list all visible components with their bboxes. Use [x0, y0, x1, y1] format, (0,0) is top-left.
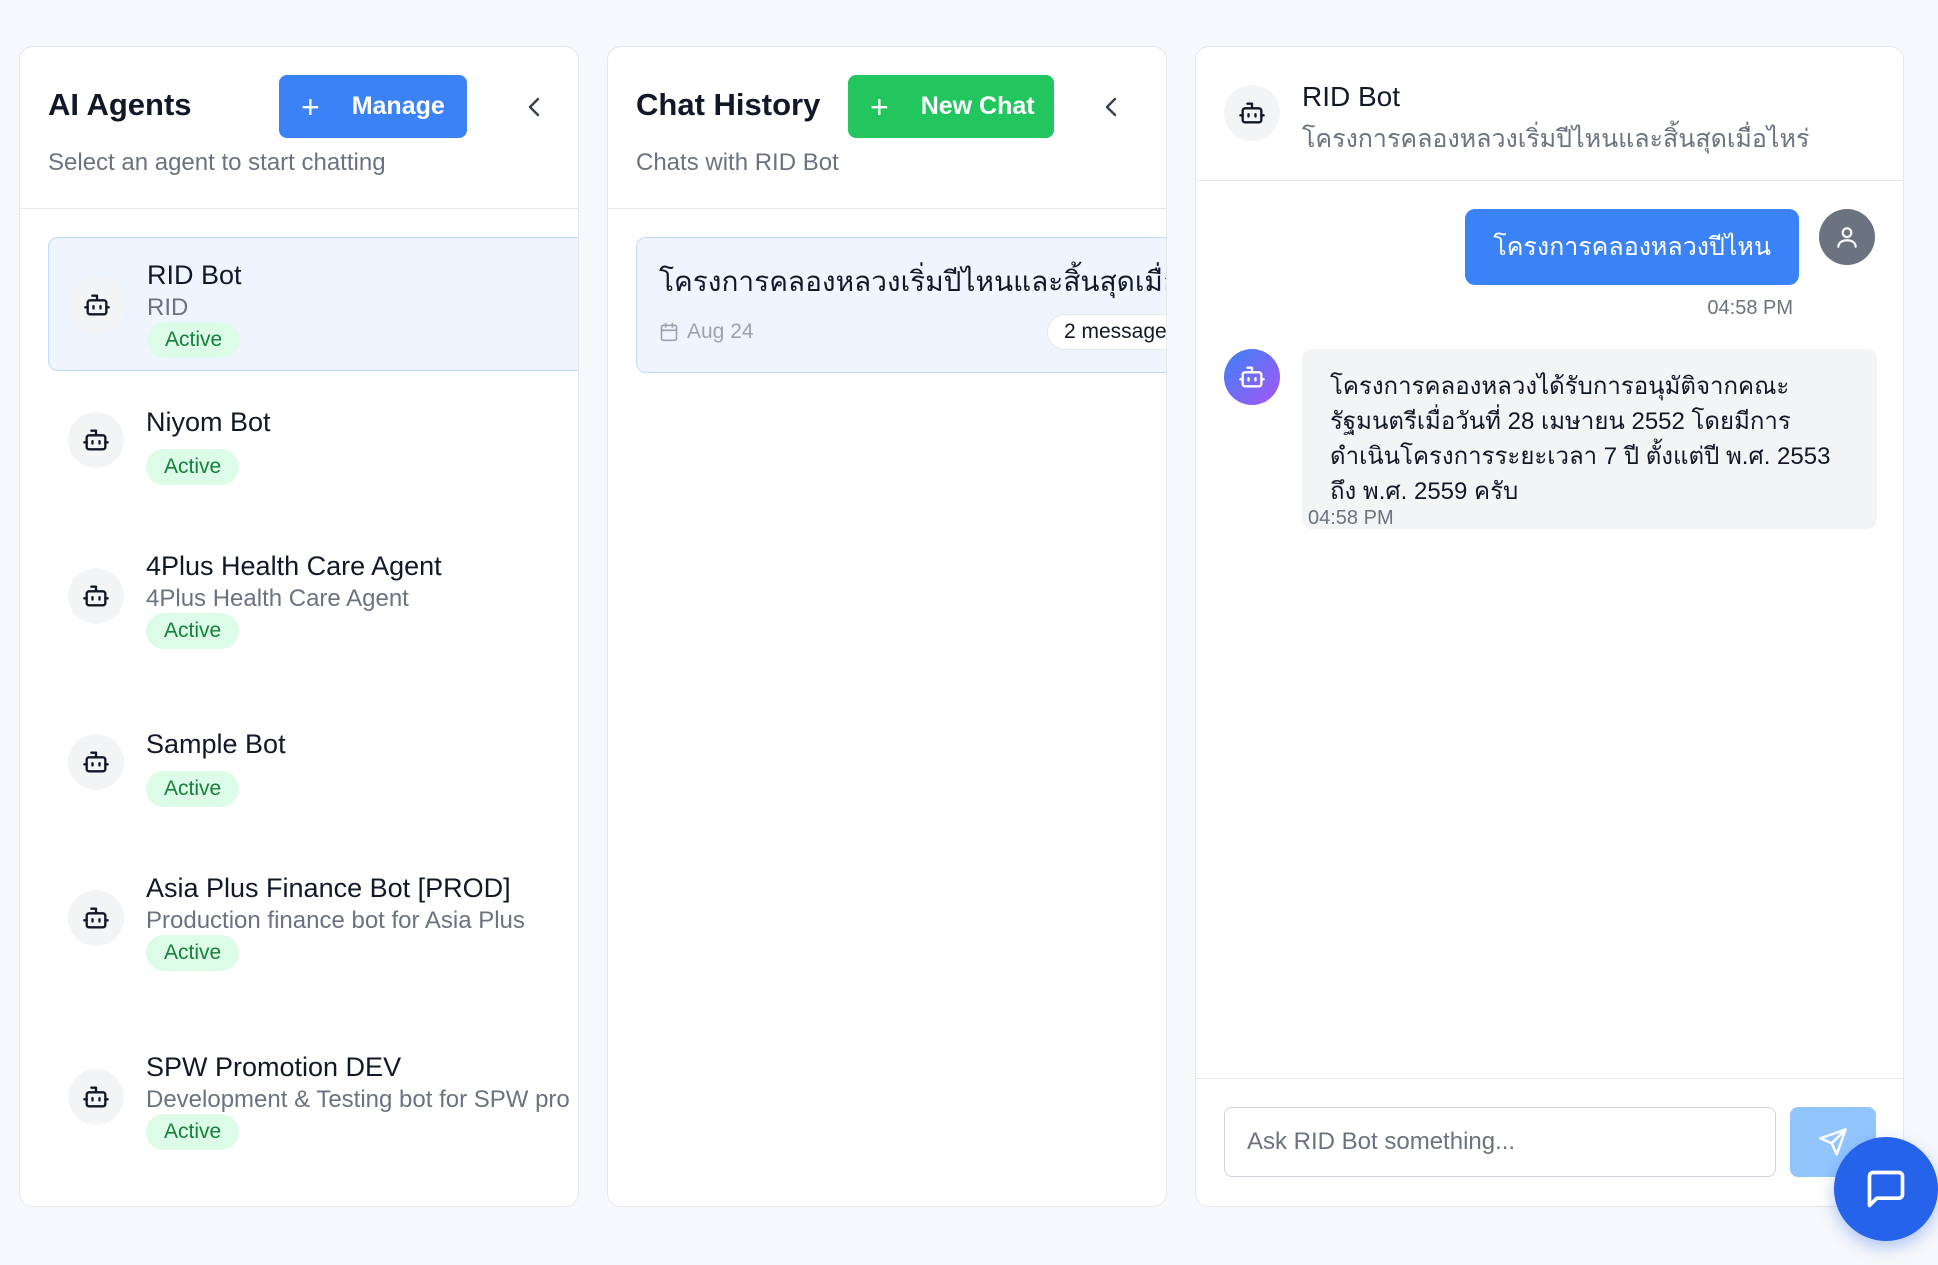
- bot-icon: [84, 294, 110, 316]
- agent-item-asia-plus-finance-bot[interactable]: Asia Plus Finance Bot [PROD] Production …: [48, 851, 578, 985]
- history-panel: Chat History + New Chat Chats with RID B…: [607, 46, 1167, 1207]
- agent-item-4plus-health-care-agent[interactable]: 4Plus Health Care Agent 4Plus Health Car…: [48, 529, 578, 663]
- user-message-bubble: โครงการคลองหลวงปีไหน: [1465, 209, 1799, 285]
- bot-message-bubble: โครงการคลองหลวงได้รับการอนุมัติจากคณะรัฐ…: [1302, 349, 1877, 529]
- chat-bot-name: RID Bot: [1302, 81, 1401, 112]
- agent-avatar: [68, 568, 124, 624]
- bot-icon: [83, 751, 109, 773]
- bot-icon: [83, 907, 109, 929]
- agent-item-sample-bot[interactable]: Sample Bot Active: [48, 707, 578, 817]
- plus-icon: +: [301, 88, 320, 125]
- calendar-icon: [660, 322, 678, 342]
- agent-description: Production finance bot for Asia Plus: [146, 907, 525, 934]
- agents-panel: AI Agents + Manage Select an agent to st…: [19, 46, 579, 1207]
- bot-icon: [1239, 366, 1265, 388]
- agents-panel-title: AI Agents: [48, 87, 192, 122]
- manage-button[interactable]: + Manage: [279, 75, 467, 138]
- send-icon: [1819, 1128, 1847, 1156]
- agent-avatar: [68, 412, 124, 468]
- chat-footer: [1196, 1078, 1903, 1206]
- agent-avatar: [68, 734, 124, 790]
- chat-widget-button[interactable]: [1834, 1137, 1938, 1241]
- status-badge: Active: [146, 771, 240, 807]
- agent-avatar: [69, 277, 125, 333]
- history-item-date-text: Aug 24: [687, 320, 754, 343]
- chevron-left-icon: [1105, 97, 1117, 117]
- agents-panel-header: AI Agents + Manage Select an agent to st…: [20, 47, 578, 209]
- agent-name: RID Bot: [147, 260, 242, 290]
- bot-icon: [83, 585, 109, 607]
- agent-name: Niyom Bot: [146, 407, 271, 437]
- agent-name: Sample Bot: [146, 729, 286, 759]
- history-item[interactable]: โครงการคลองหลวงเริ่มปีไหนและสิ้นสุดเมื่อ…: [636, 237, 1167, 373]
- agents-panel-subtitle: Select an agent to start chatting: [48, 149, 386, 176]
- new-chat-button-label: New Chat: [920, 92, 1035, 120]
- status-badge: Active: [146, 935, 240, 971]
- collapse-history-button[interactable]: [1093, 89, 1129, 125]
- collapse-agents-button[interactable]: [516, 89, 552, 125]
- agent-name: Asia Plus Finance Bot [PROD]: [146, 873, 511, 903]
- user-message-time: 04:58 PM: [1707, 297, 1793, 319]
- new-chat-button[interactable]: + New Chat: [848, 75, 1054, 138]
- chevron-left-icon: [528, 97, 540, 117]
- agent-description: 4Plus Health Care Agent: [146, 585, 409, 612]
- manage-button-label: Manage: [351, 92, 445, 120]
- agent-item-rid-bot[interactable]: RID Bot RID Active: [48, 237, 578, 371]
- chat-bot-avatar: [1224, 85, 1280, 141]
- chat-input[interactable]: [1224, 1107, 1776, 1177]
- history-panel-header: Chat History + New Chat Chats with RID B…: [608, 47, 1166, 209]
- agent-item-niyom-bot[interactable]: Niyom Bot Active: [48, 385, 578, 495]
- agent-item-spw-promotion-dev[interactable]: SPW Promotion DEV Development & Testing …: [48, 1030, 578, 1164]
- chat-bubble-icon: [1867, 1170, 1905, 1208]
- chat-conversation-title: โครงการคลองหลวงเริ่มปีไหนและสิ้นสุดเมื่อ…: [1302, 125, 1810, 153]
- agent-name: SPW Promotion DEV: [146, 1052, 402, 1082]
- agent-description: Development & Testing bot for SPW pro: [146, 1086, 570, 1113]
- history-panel-title: Chat History: [636, 87, 821, 122]
- bot-icon: [83, 1086, 109, 1108]
- chat-header: RID Bot โครงการคลองหลวงเริ่มปีไหนและสิ้น…: [1196, 47, 1903, 181]
- bot-icon: [1239, 102, 1265, 124]
- status-badge: Active: [146, 613, 240, 649]
- message-count-badge: 2 message: [1047, 314, 1166, 350]
- history-item-title: โครงการคลองหลวงเริ่มปีไหนและสิ้นสุดเมื่อ…: [659, 266, 1167, 297]
- history-panel-subtitle: Chats with RID Bot: [636, 149, 839, 176]
- chat-panel: RID Bot โครงการคลองหลวงเริ่มปีไหนและสิ้น…: [1195, 46, 1904, 1207]
- agent-avatar: [68, 1069, 124, 1125]
- history-item-date: Aug 24: [659, 320, 754, 344]
- agent-avatar: [68, 890, 124, 946]
- plus-icon: +: [870, 88, 889, 125]
- bot-message-time: 04:58 PM: [1308, 507, 1394, 529]
- status-badge: Active: [147, 322, 241, 358]
- bot-message-avatar: [1224, 349, 1280, 405]
- status-badge: Active: [146, 1114, 240, 1150]
- bot-icon: [83, 429, 109, 451]
- status-badge: Active: [146, 449, 240, 485]
- user-icon: [1837, 227, 1857, 248]
- agent-name: 4Plus Health Care Agent: [146, 551, 442, 581]
- user-avatar: [1819, 209, 1875, 265]
- agent-description: RID: [147, 294, 189, 321]
